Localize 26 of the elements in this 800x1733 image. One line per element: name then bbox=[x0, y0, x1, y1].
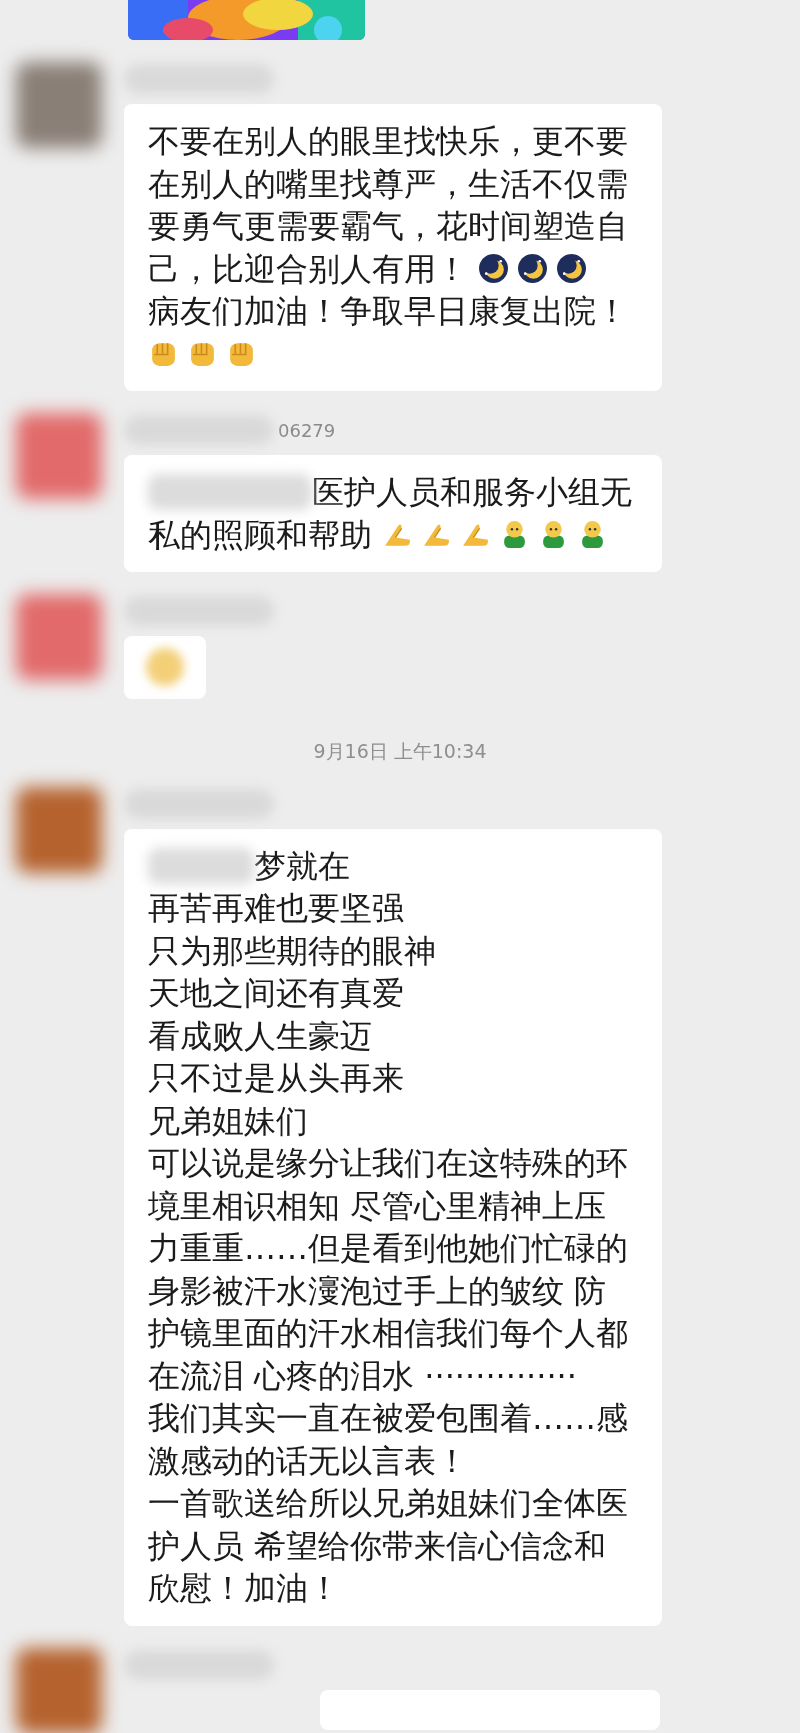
avatar[interactable] bbox=[16, 62, 102, 148]
crescent-moon-icon bbox=[517, 253, 548, 285]
sender-name: 06279 bbox=[278, 419, 336, 441]
message-text: 天地之间还有真爱 bbox=[148, 973, 405, 1014]
message-text: 不要在别人的眼里找快乐，更不要在别人的嘴里找尊严，生活不仅需要勇气更需要霸气，花时间塑造自 bbox=[148, 121, 628, 247]
message-text: 梦就在 bbox=[254, 845, 350, 887]
message-text: 一首歌送给所以兄弟姐妹们全体医护人员 希望给你带来信心信念和欣慰！加油！ bbox=[148, 1483, 628, 1609]
message-text: 看成败人生豪迈 bbox=[148, 1015, 373, 1057]
crescent-moon-icon bbox=[478, 253, 509, 285]
avatar[interactable] bbox=[16, 413, 102, 499]
message-text: 可以说是缘分让我们在这特殊的环境里相识相知 尽管心里精神上压力重重……但是看到他她们忙碌的身影被汗水濅泡过手上的皱纹 防护镜里面的汗水相信我们每个人都在流泪 心疼的泪水 ··············· bbox=[148, 1143, 628, 1397]
avatar[interactable] bbox=[16, 1647, 102, 1733]
crescent-moon-icon bbox=[556, 253, 587, 285]
message-text: 私的照顾和帮助 bbox=[148, 514, 372, 556]
message-text: 己，比迎合别人有用！ bbox=[148, 248, 468, 290]
message-text: 我们其实一直在被爱包围着……感激感动的话无以言表！ bbox=[148, 1398, 628, 1482]
message-text: 再苦再难也要坚强 bbox=[148, 888, 405, 929]
blurred-emoji-icon bbox=[146, 648, 184, 687]
message-text: 只不过是从头再来 bbox=[148, 1058, 405, 1099]
message-text: 只为那些期待的眼神 bbox=[148, 930, 437, 972]
message-text: 病友们加油！争取早日康复出院！ bbox=[148, 291, 628, 332]
avatar[interactable] bbox=[16, 786, 102, 873]
message-text: 兄弟姐妹们 bbox=[148, 1100, 309, 1142]
message-text: 医护人员和服务小组无 bbox=[312, 472, 632, 513]
avatar[interactable] bbox=[16, 594, 102, 680]
timestamp: 9月16日 上午10:34 bbox=[313, 739, 487, 762]
